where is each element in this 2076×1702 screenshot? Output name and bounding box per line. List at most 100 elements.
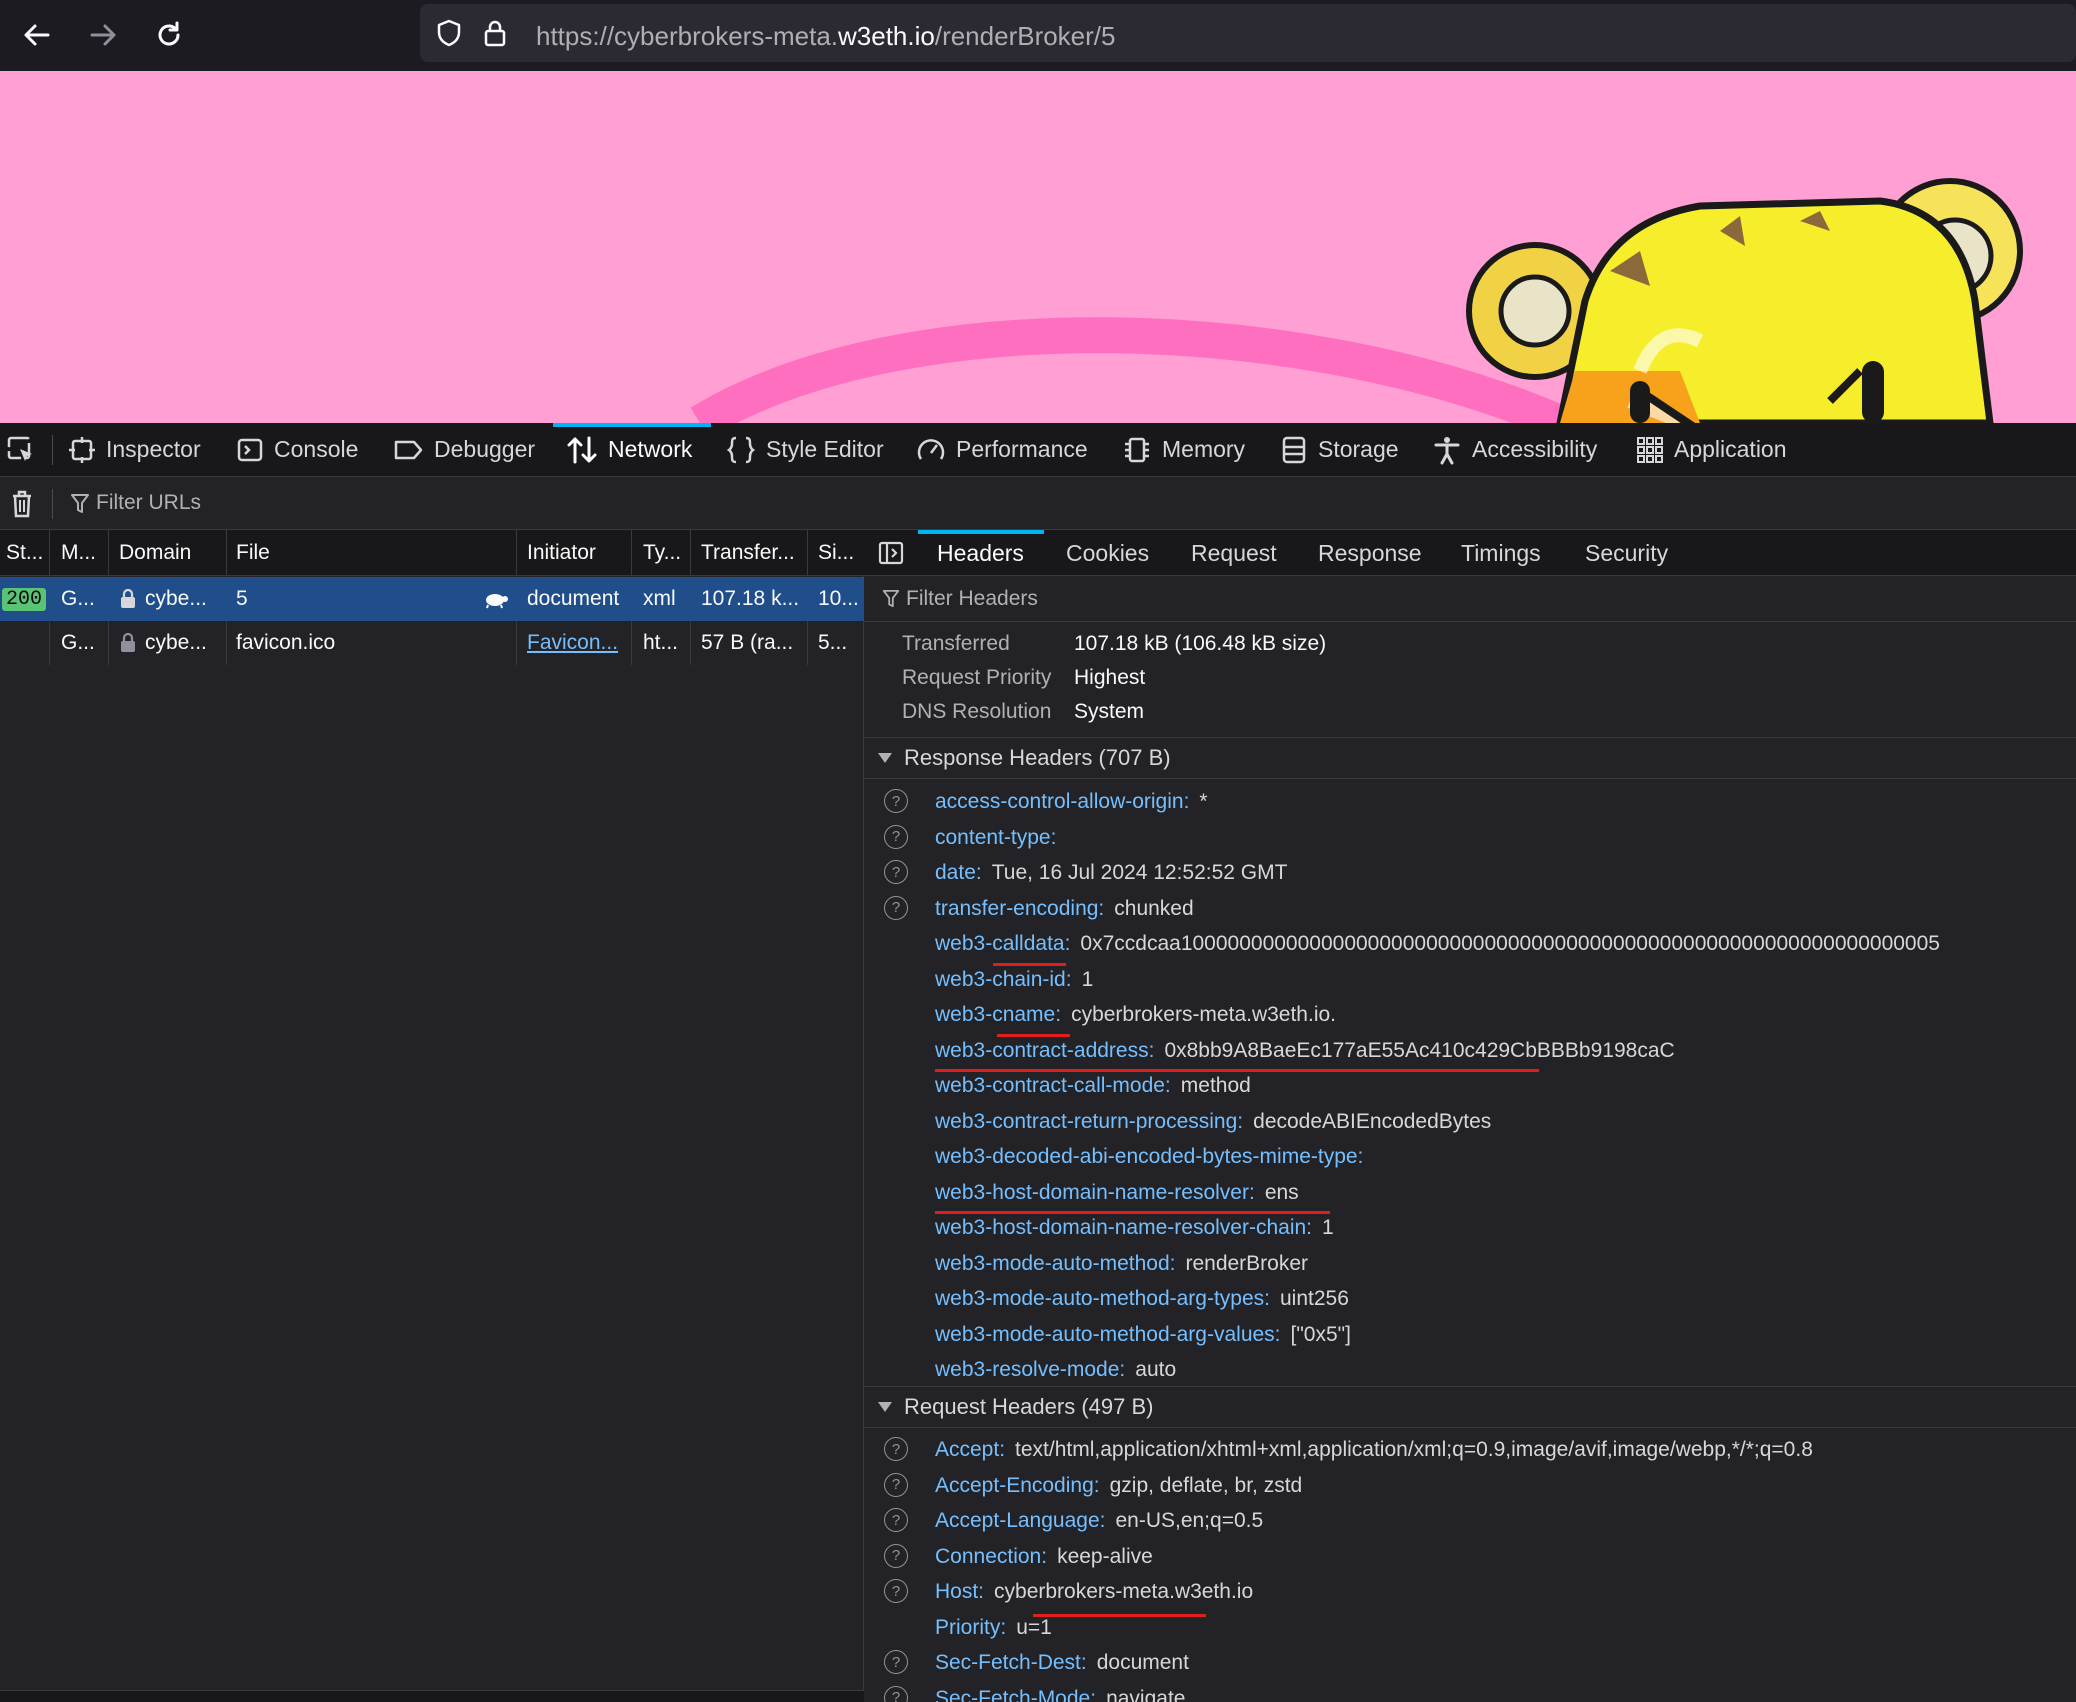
help-icon[interactable]: ? [884,895,908,920]
header-row[interactable]: web3-contract-address: 0x8bb9A8BaeEc177aE… [864,1033,2076,1068]
help-icon[interactable]: ? [884,860,908,884]
cyberbroker-artwork [690,178,2023,423]
response-headers-section[interactable]: Response Headers (707 B) [864,737,2076,779]
column-type[interactable]: Ty... [632,530,691,575]
url-text[interactable]: https://cyberbrokers-meta.w3eth.io/rende… [536,21,1116,52]
tab-style-editor-label: Style Editor [766,436,884,462]
tab-console[interactable]: Console [236,423,358,476]
help-icon[interactable]: ? [884,1437,908,1461]
trash-icon[interactable] [10,489,34,519]
tab-performance[interactable]: Performance [916,423,1088,476]
back-button[interactable] [12,10,62,60]
summary-value: 107.18 kB (106.48 kB size) [1074,632,1327,655]
column-type-label: Ty... [643,540,682,564]
header-row[interactable]: ? Sec-Fetch-Mode: navigate [864,1681,2076,1702]
tab-style-editor[interactable]: Style Editor [726,423,884,476]
tab-cookies[interactable]: Cookies [1066,530,1149,576]
header-row[interactable]: web3-host-domain-name-resolver-chain: 1 [864,1210,2076,1245]
header-row[interactable]: web3-cname: cyberbrokers-meta.w3eth.io. [864,997,2076,1032]
help-icon[interactable]: ? [884,1579,908,1603]
header-name: web3-decoded-abi-encoded-bytes-mime-type… [935,1145,1373,1169]
header-value: cyberbrokers-meta.w3eth.io. [1071,1003,1337,1026]
tab-timings[interactable]: Timings [1461,530,1541,576]
lock-icon[interactable] [482,18,508,48]
header-row[interactable]: web3-mode-auto-method-arg-types: uint256 [864,1281,2076,1316]
request-row[interactable]: G... cybe... favicon.ico Favicon... ht..… [0,621,864,665]
help-icon[interactable]: ? [884,1685,908,1702]
header-row[interactable]: web3-decoded-abi-encoded-bytes-mime-type… [864,1139,2076,1174]
filter-headers-input[interactable] [906,583,1506,615]
header-row[interactable]: ? Host: cyberbrokers-meta.w3eth.io [864,1574,2076,1609]
header-row[interactable]: ? Accept-Language: en-US,en;q=0.5 [864,1503,2076,1538]
column-size[interactable]: Si... [808,530,864,575]
header-row[interactable]: web3-contract-call-mode: method [864,1068,2076,1103]
summary-value: System [1074,700,1145,723]
tab-inspector[interactable]: Inspector [68,423,201,476]
header-row[interactable]: ? content-type: [864,820,2076,855]
summary-transferred: Transferred 107.18 kB (106.48 kB size) [902,632,1326,656]
collapse-triangle-icon [878,1402,892,1412]
tab-headers[interactable]: Headers [937,530,1024,576]
tab-accessibility[interactable]: Accessibility [1432,423,1597,476]
header-row[interactable]: ? date: Tue, 16 Jul 2024 12:52:52 GMT [864,855,2076,890]
column-transferred[interactable]: Transfer... [691,530,808,575]
header-row[interactable]: ? Accept-Encoding: gzip, deflate, br, zstd [864,1468,2076,1503]
url-bar[interactable]: https://cyberbrokers-meta.w3eth.io/rende… [420,4,2076,62]
header-row[interactable]: ? Sec-Fetch-Dest: document [864,1645,2076,1680]
help-icon[interactable]: ? [884,824,908,849]
request-headers-section[interactable]: Request Headers (497 B) [864,1386,2076,1428]
tab-memory[interactable]: Memory [1122,423,1245,476]
help-icon[interactable]: ? [884,1650,908,1674]
header-name: Connection: keep-alive [935,1545,1153,1569]
header-row[interactable]: ? transfer-encoding: chunked [864,891,2076,926]
column-domain[interactable]: Domain [109,530,227,575]
request-row[interactable]: 200 G... cybe... 5 document xml 107.18 k… [0,577,864,621]
application-grid-icon [1637,436,1663,463]
header-value: u=1 [1016,1615,1052,1639]
initiator-link[interactable]: Favicon... [527,631,618,655]
column-initiator-label: Initiator [527,540,596,564]
header-row[interactable]: ? access-control-allow-origin: * [864,784,2076,819]
tab-network[interactable]: Network [566,423,692,476]
header-row[interactable]: web3-mode-auto-method-arg-values: ["0x5"] [864,1317,2076,1352]
tab-application[interactable]: Application [1636,423,1787,476]
help-icon[interactable]: ? [884,1543,908,1568]
tab-security[interactable]: Security [1585,530,1668,576]
help-icon[interactable]: ? [884,789,908,813]
forward-button[interactable] [78,10,128,60]
tab-debugger[interactable]: Debugger [392,423,535,476]
header-row[interactable]: web3-host-domain-name-resolver: ens [864,1175,2076,1210]
header-row[interactable]: web3-contract-return-processing: decodeAB… [864,1104,2076,1139]
toggle-sidebar-icon[interactable] [878,541,904,565]
tracking-protection-shield-icon[interactable] [434,18,464,48]
header-value: method [1180,1074,1251,1097]
column-initiator[interactable]: Initiator [517,530,632,575]
status-badge: 200 [2,587,47,611]
header-name-text: web3-mode-auto-method: [935,1251,1176,1275]
header-row[interactable]: web3-resolve-mode: auto [864,1352,2076,1387]
reload-button[interactable] [144,10,194,60]
header-row[interactable]: ? Connection: keep-alive [864,1539,2076,1574]
help-icon[interactable]: ? [884,1472,908,1497]
filter-urls-input[interactable] [96,487,796,519]
lock-icon [121,588,135,608]
help-icon[interactable]: ? [884,1508,908,1532]
tab-storage[interactable]: Storage [1280,423,1399,476]
header-name: web3-cname: cyberbrokers-meta.w3eth.io. [935,1003,1336,1027]
header-row[interactable]: ? Accept: text/html,application/xhtml+xml,… [864,1432,2076,1467]
header-row[interactable]: web3-chain-id: 1 [864,962,2076,997]
column-status[interactable]: St... [0,530,50,575]
tab-response[interactable]: Response [1318,530,1422,576]
column-file[interactable]: File [227,530,517,575]
element-picker-button[interactable] [6,423,46,476]
column-method[interactable]: M... [50,530,109,575]
tab-request[interactable]: Request [1191,530,1277,576]
header-row[interactable]: web3-mode-auto-method: renderBroker [864,1246,2076,1281]
tab-performance-label: Performance [956,436,1088,462]
page-viewport [0,71,2076,423]
header-name: Accept: text/html,application/xhtml+xml,a… [935,1438,1813,1462]
header-row[interactable]: web3-calldata: 0x7ccdcaa10000000000000000… [864,926,2076,961]
header-value: Tue, 16 Jul 2024 12:52:52 GMT [991,861,1288,884]
annotation-underline [997,1034,1070,1037]
header-value: uint256 [1280,1287,1349,1310]
